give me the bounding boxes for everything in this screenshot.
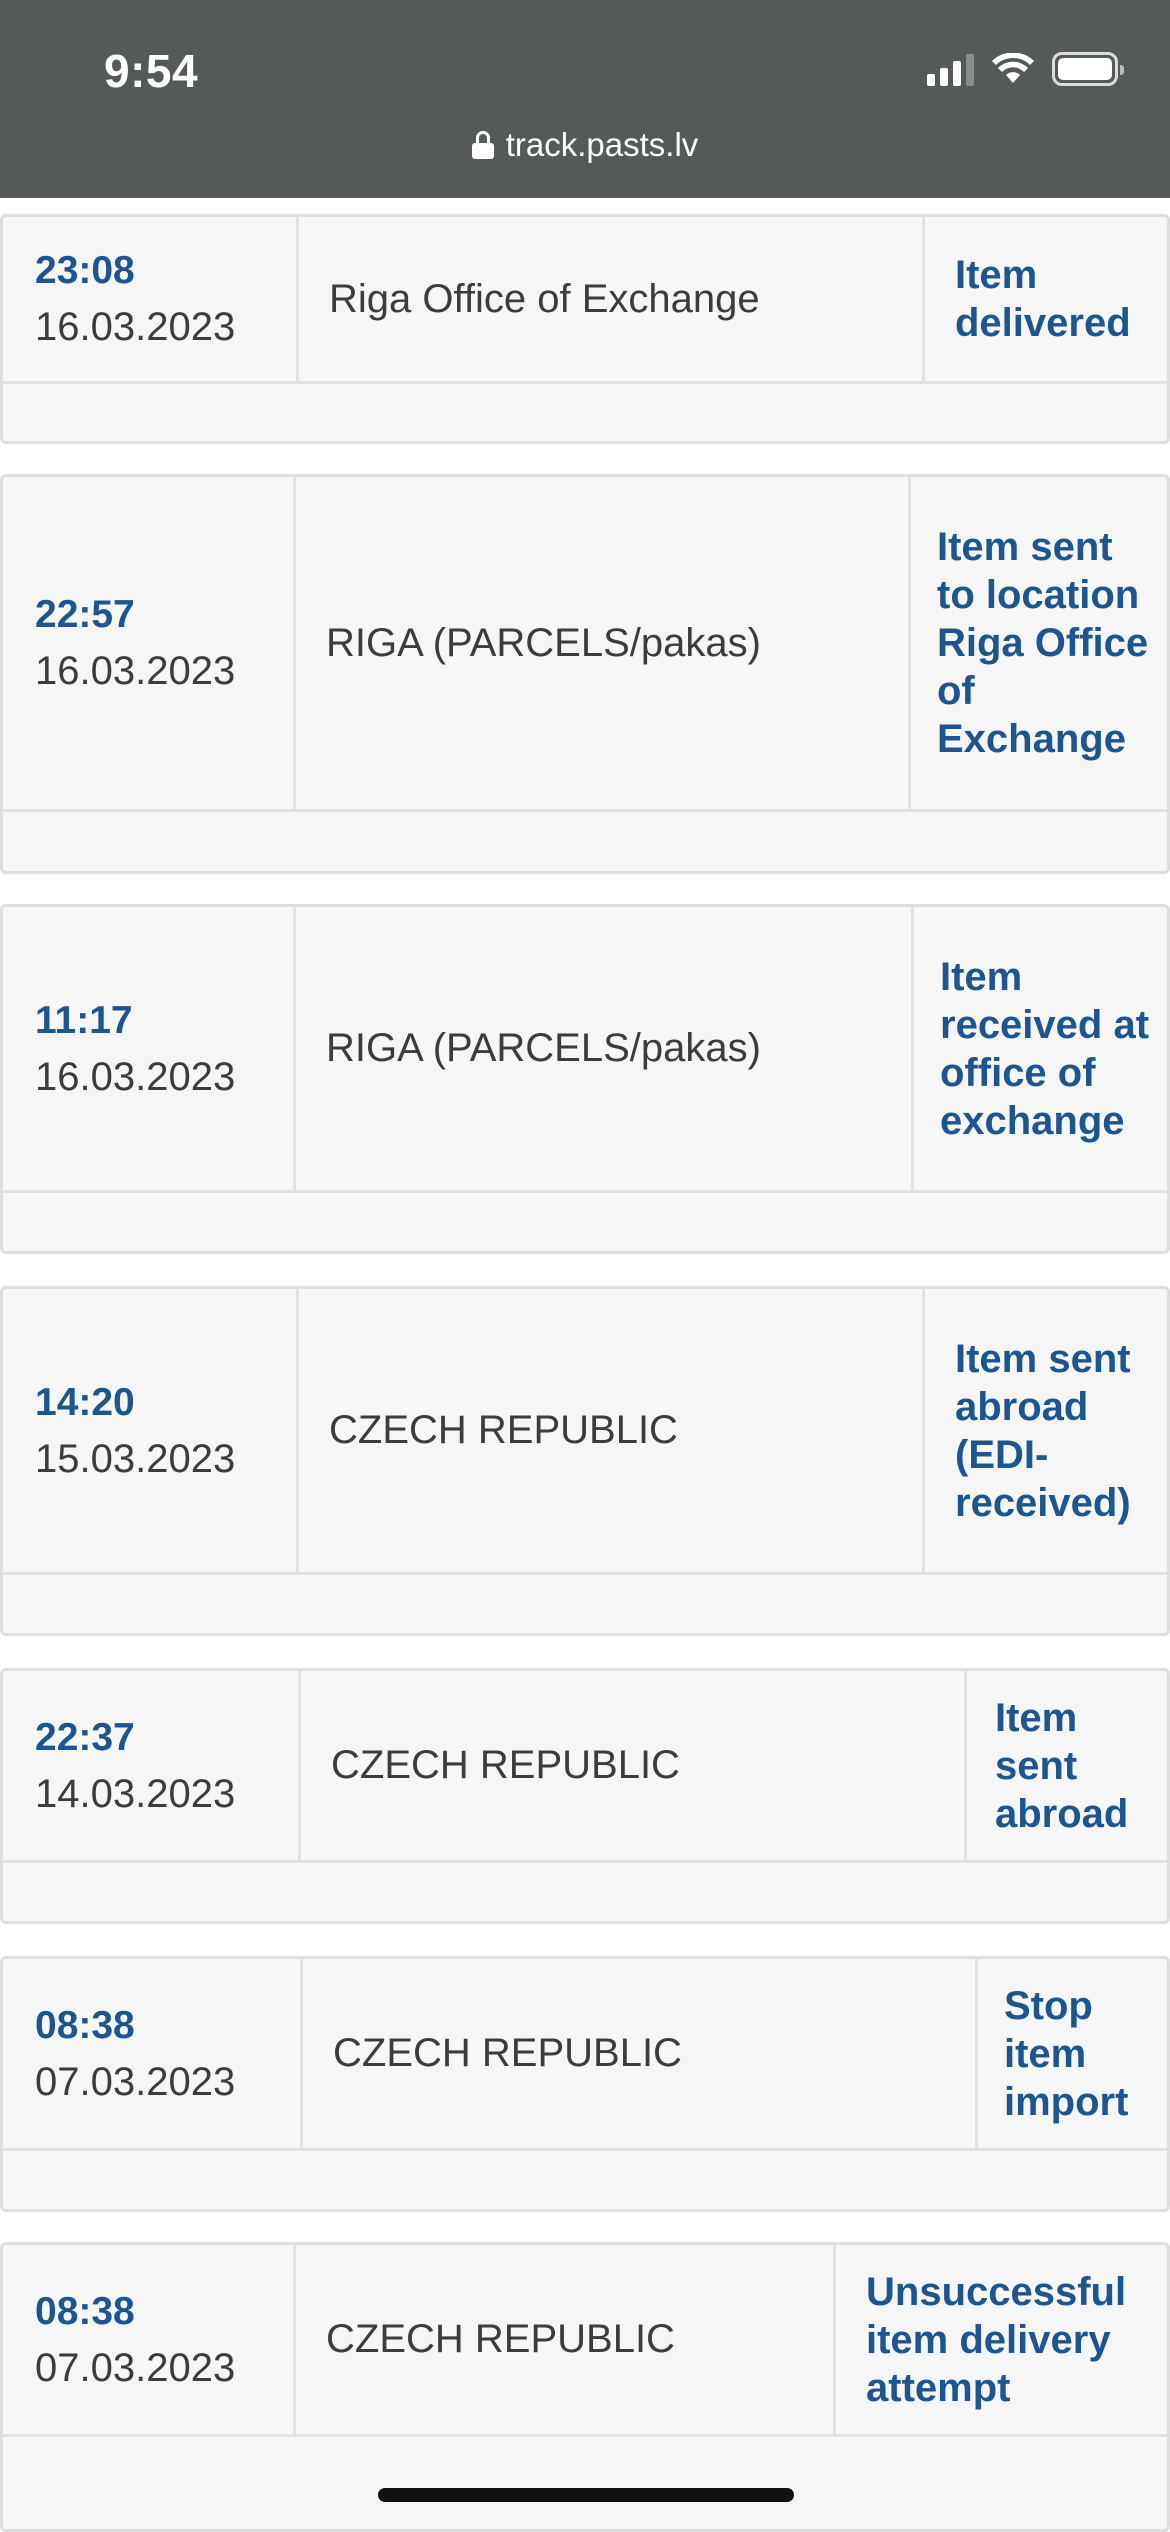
tracking-event: 08:38 07.03.2023 CZECH REPUBLIC Stop ite…	[0, 1956, 1170, 2212]
event-date: 07.03.2023	[35, 2345, 236, 2390]
event-status: Unsuccessful item delivery attempt	[866, 2269, 1127, 2410]
event-location: CZECH REPUBLIC	[299, 1289, 925, 1572]
event-datetime: 14:20 15.03.2023	[3, 1289, 299, 1572]
event-datetime: 08:38 07.03.2023	[3, 1959, 303, 2148]
event-date: 15.03.2023	[35, 1436, 236, 1481]
event-location: CZECH REPUBLIC	[296, 2245, 836, 2434]
url-text: track.pasts.lv	[505, 126, 699, 163]
event-location: RIGA (PARCELS/pakas)	[296, 477, 911, 809]
event-time: 08:38	[35, 2289, 135, 2333]
event-datetime: 22:57 16.03.2023	[3, 477, 296, 809]
event-time: 23:08	[35, 249, 135, 292]
wifi-icon	[992, 53, 1034, 83]
event-datetime: 11:17 16.03.2023	[3, 907, 296, 1190]
lock-icon	[471, 131, 494, 159]
status-icons	[927, 52, 1124, 86]
browser-status-bar: 9:54 track.pasts.lv	[0, 0, 1170, 198]
event-datetime: 22:37 14.03.2023	[3, 1671, 301, 1860]
event-date: 16.03.2023	[35, 649, 236, 693]
event-time: 11:17	[35, 998, 133, 1042]
event-date: 16.03.2023	[35, 305, 236, 349]
event-datetime: 08:38 07.03.2023	[3, 2245, 296, 2434]
tracking-event: 22:57 16.03.2023 RIGA (PARCELS/pakas) It…	[0, 474, 1170, 874]
event-location: Riga Office of Exchange	[299, 217, 925, 381]
event-time: 14:20	[35, 1380, 135, 1424]
event-location: CZECH REPUBLIC	[303, 1959, 978, 2148]
event-date: 14.03.2023	[35, 1771, 236, 1816]
battery-icon	[1052, 52, 1124, 86]
event-date: 07.03.2023	[35, 2059, 236, 2104]
event-status: Item sent abroad	[995, 1695, 1129, 1836]
address-bar[interactable]: track.pasts.lv	[0, 126, 1170, 164]
tracking-event: 22:37 14.03.2023 CZECH REPUBLIC Item sen…	[0, 1668, 1170, 1924]
event-status: Item sent abroad (EDI-received)	[955, 1336, 1131, 1525]
event-status: Item received at office of exchange	[940, 954, 1150, 1143]
event-date: 16.03.2023	[35, 1054, 236, 1099]
tracking-event: 23:08 16.03.2023 Riga Office of Exchange…	[0, 214, 1170, 444]
tracking-event: 11:17 16.03.2023 RIGA (PARCELS/pakas) It…	[0, 904, 1170, 1254]
cellular-signal-icon	[927, 52, 974, 86]
event-time: 22:57	[35, 593, 135, 636]
status-time: 9:54	[104, 45, 199, 97]
event-location: CZECH REPUBLIC	[301, 1671, 967, 1860]
event-status: Item delivered	[955, 253, 1131, 345]
event-status: Item sent to location Riga Office of Exc…	[937, 525, 1149, 761]
event-status: Stop item import	[1004, 1983, 1129, 2124]
event-time: 22:37	[35, 1715, 135, 1759]
tracking-event: 14:20 15.03.2023 CZECH REPUBLIC Item sen…	[0, 1286, 1170, 1636]
event-time: 08:38	[35, 2003, 135, 2047]
event-location: RIGA (PARCELS/pakas)	[296, 907, 914, 1190]
event-datetime: 23:08 16.03.2023	[3, 217, 299, 381]
home-indicator[interactable]	[378, 2488, 794, 2502]
